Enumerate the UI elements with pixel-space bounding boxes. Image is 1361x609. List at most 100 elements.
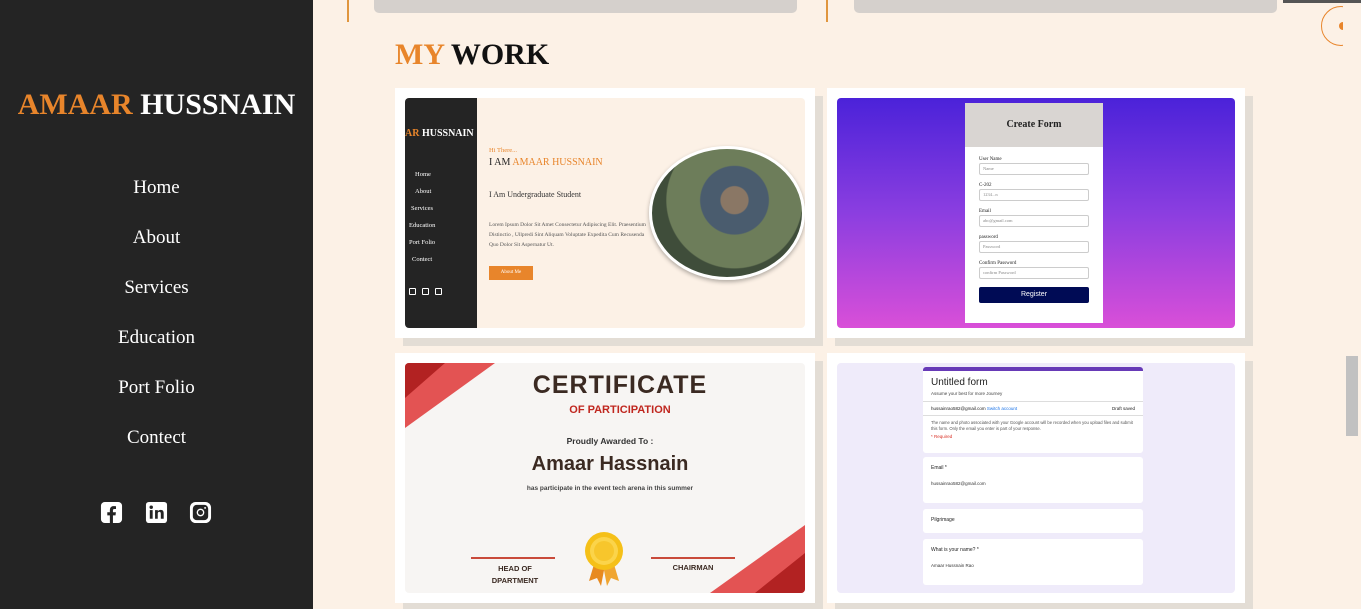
question-label: What is your name? * (931, 547, 979, 553)
timeline-line (826, 0, 828, 22)
required-note: * Required (931, 434, 953, 439)
question-label: Email * (931, 465, 947, 471)
divider (923, 415, 1143, 416)
form-input: confirm Password (979, 267, 1089, 279)
portfolio-nav-item: Home (415, 171, 431, 178)
google-account-row: hussainrao582@gmail.com Switch account D… (923, 404, 1143, 413)
signature-head: HEAD OF DPARTMENT (475, 563, 555, 587)
create-form-screenshot: Create Form User Name Name C-202 1234...… (837, 98, 1235, 328)
top-border (1283, 0, 1361, 3)
certificate-subtitle: OF PARTICIPATION (569, 404, 671, 416)
portfolio-logo-first: AR (405, 128, 420, 139)
portfolio-subtitle: I Am Undergraduate Student (489, 190, 582, 199)
nav-contact[interactable]: Contect (0, 422, 313, 472)
sidebar: AMAAR HUSSNAIN Home About Services Educa… (0, 0, 313, 609)
linkedin-icon (422, 288, 429, 295)
profile-photo (649, 146, 805, 280)
previous-section-edge (313, 0, 1361, 22)
portfolio-nav-item: Contect (412, 256, 433, 263)
create-form-title: Create Form (965, 103, 1103, 147)
portfolio-greeting: Hi There... (489, 147, 518, 154)
facebook-icon[interactable] (100, 501, 123, 524)
google-form-question: Email * hussainrao582@gmail.com (923, 457, 1143, 503)
corner-decoration (755, 553, 805, 593)
portfolio-iam: I AM (489, 157, 511, 168)
certificate-screenshot: CERTIFICATE OF PARTICIPATION Proudly Awa… (405, 363, 805, 593)
google-form-note: The name and photo associated with your … (931, 420, 1133, 431)
nav-services[interactable]: Services (0, 272, 313, 322)
social-links (100, 501, 212, 527)
google-account-email: hussainrao582@gmail.com (931, 406, 986, 411)
form-input: 1234...n (979, 189, 1089, 201)
google-form-question: What is your name? * Amaar Hussnain Rao (923, 539, 1143, 585)
brand-first: AMAAR (17, 88, 133, 121)
create-form-box: Create Form User Name Name C-202 1234...… (965, 103, 1103, 323)
section-title: MY WORK (395, 38, 549, 72)
portfolio-hero: Hi There... I AM AMAAR HUSSNAIN I Am Und… (477, 98, 805, 328)
nav-home[interactable]: Home (0, 172, 313, 222)
google-form-desc: Assume your best for more Journey (931, 391, 1003, 396)
medal-icon (585, 532, 623, 586)
previous-card (854, 0, 1277, 13)
portfolio-name: AMAAR HUSSNAIN (512, 157, 603, 168)
certificate-title: CERTIFICATE (532, 371, 708, 399)
google-form-screenshot: Untitled form Assume your best for more … (837, 363, 1235, 593)
work-card-google-form[interactable]: Untitled form Assume your best for more … (827, 353, 1245, 603)
scrollbar-thumb[interactable] (1346, 356, 1358, 436)
switch-account-link: Switch account (986, 406, 1018, 411)
portfolio-description: Lorem Ipsum Dolor Sit Amet Consectetur A… (489, 222, 646, 248)
brand-last: HUSSNAIN (140, 88, 296, 121)
signature-line (651, 557, 735, 559)
linkedin-icon[interactable] (145, 501, 168, 524)
certificate-background: CERTIFICATE OF PARTICIPATION Proudly Awa… (405, 363, 805, 593)
facebook-icon (435, 288, 442, 295)
instagram-icon[interactable] (189, 501, 212, 524)
signature-head-line1: HEAD OF (498, 564, 532, 573)
previous-card (374, 0, 797, 13)
portfolio-nav: Home About Services Education Port Folio… (409, 166, 435, 268)
certificate-awarded: Proudly Awarded To : (566, 436, 654, 446)
google-form-title: Untitled form (931, 377, 988, 388)
form-input: Name (979, 163, 1089, 175)
signature-chairman: CHAIRMAN (672, 563, 714, 572)
portfolio-social (409, 288, 442, 295)
portfolio-sidebar: AR HUSSNAIN Home About Services Educatio… (405, 98, 477, 328)
portfolio-headline: I AM AMAAR HUSSNAIN (489, 157, 603, 168)
google-form-header: Untitled form Assume your best for more … (923, 367, 1143, 453)
create-form-body: User Name Name C-202 1234...n Email abc@… (965, 147, 1103, 309)
form-label: Email (979, 209, 991, 214)
google-form-section: Pilgrimage (923, 509, 1143, 533)
divider (923, 401, 1143, 402)
nav-about[interactable]: About (0, 222, 313, 272)
portfolio-screenshot: AR HUSSNAIN Home About Services Educatio… (405, 98, 805, 328)
form-label: Confirm Password (979, 261, 1017, 266)
main-nav: Home About Services Education Port Folio… (0, 172, 313, 472)
portfolio-about-button: About Me (489, 266, 533, 280)
form-label: C-202 (979, 183, 992, 188)
work-card-portfolio[interactable]: AR HUSSNAIN Home About Services Educatio… (395, 88, 815, 338)
brand-logo[interactable]: AMAAR HUSSNAIN (0, 88, 313, 122)
form-input: abc@gmail.com (979, 215, 1089, 227)
question-answer: hussainrao582@gmail.com (931, 481, 986, 486)
title-highlight: MY (395, 38, 444, 71)
portfolio-nav-item: Port Folio (409, 239, 436, 246)
google-form-background: Untitled form Assume your best for more … (837, 363, 1235, 593)
signature-line (471, 557, 555, 559)
instagram-icon (409, 288, 416, 295)
register-button: Register (979, 287, 1089, 303)
work-card-create-form[interactable]: Create Form User Name Name C-202 1234...… (827, 88, 1245, 338)
signature-head-line2: DPARTMENT (491, 576, 539, 585)
form-input: Password (979, 241, 1089, 253)
portfolio-nav-item: Education (409, 222, 436, 229)
scrollbar-track[interactable] (1343, 0, 1361, 609)
certificate-recipient: Amaar Hassnain (531, 453, 689, 475)
nav-portfolio[interactable]: Port Folio (0, 372, 313, 422)
section-label: Pilgrimage (931, 517, 955, 523)
certificate-description: has participate in the event tech arena … (526, 485, 694, 492)
draft-saved: Draft saved (1111, 406, 1135, 411)
nav-education[interactable]: Education (0, 322, 313, 372)
form-label: password (979, 235, 998, 240)
work-card-certificate[interactable]: CERTIFICATE OF PARTICIPATION Proudly Awa… (395, 353, 815, 603)
portfolio-logo-last: HUSSNAIN (421, 128, 474, 139)
portfolio-nav-item: Services (411, 205, 434, 212)
